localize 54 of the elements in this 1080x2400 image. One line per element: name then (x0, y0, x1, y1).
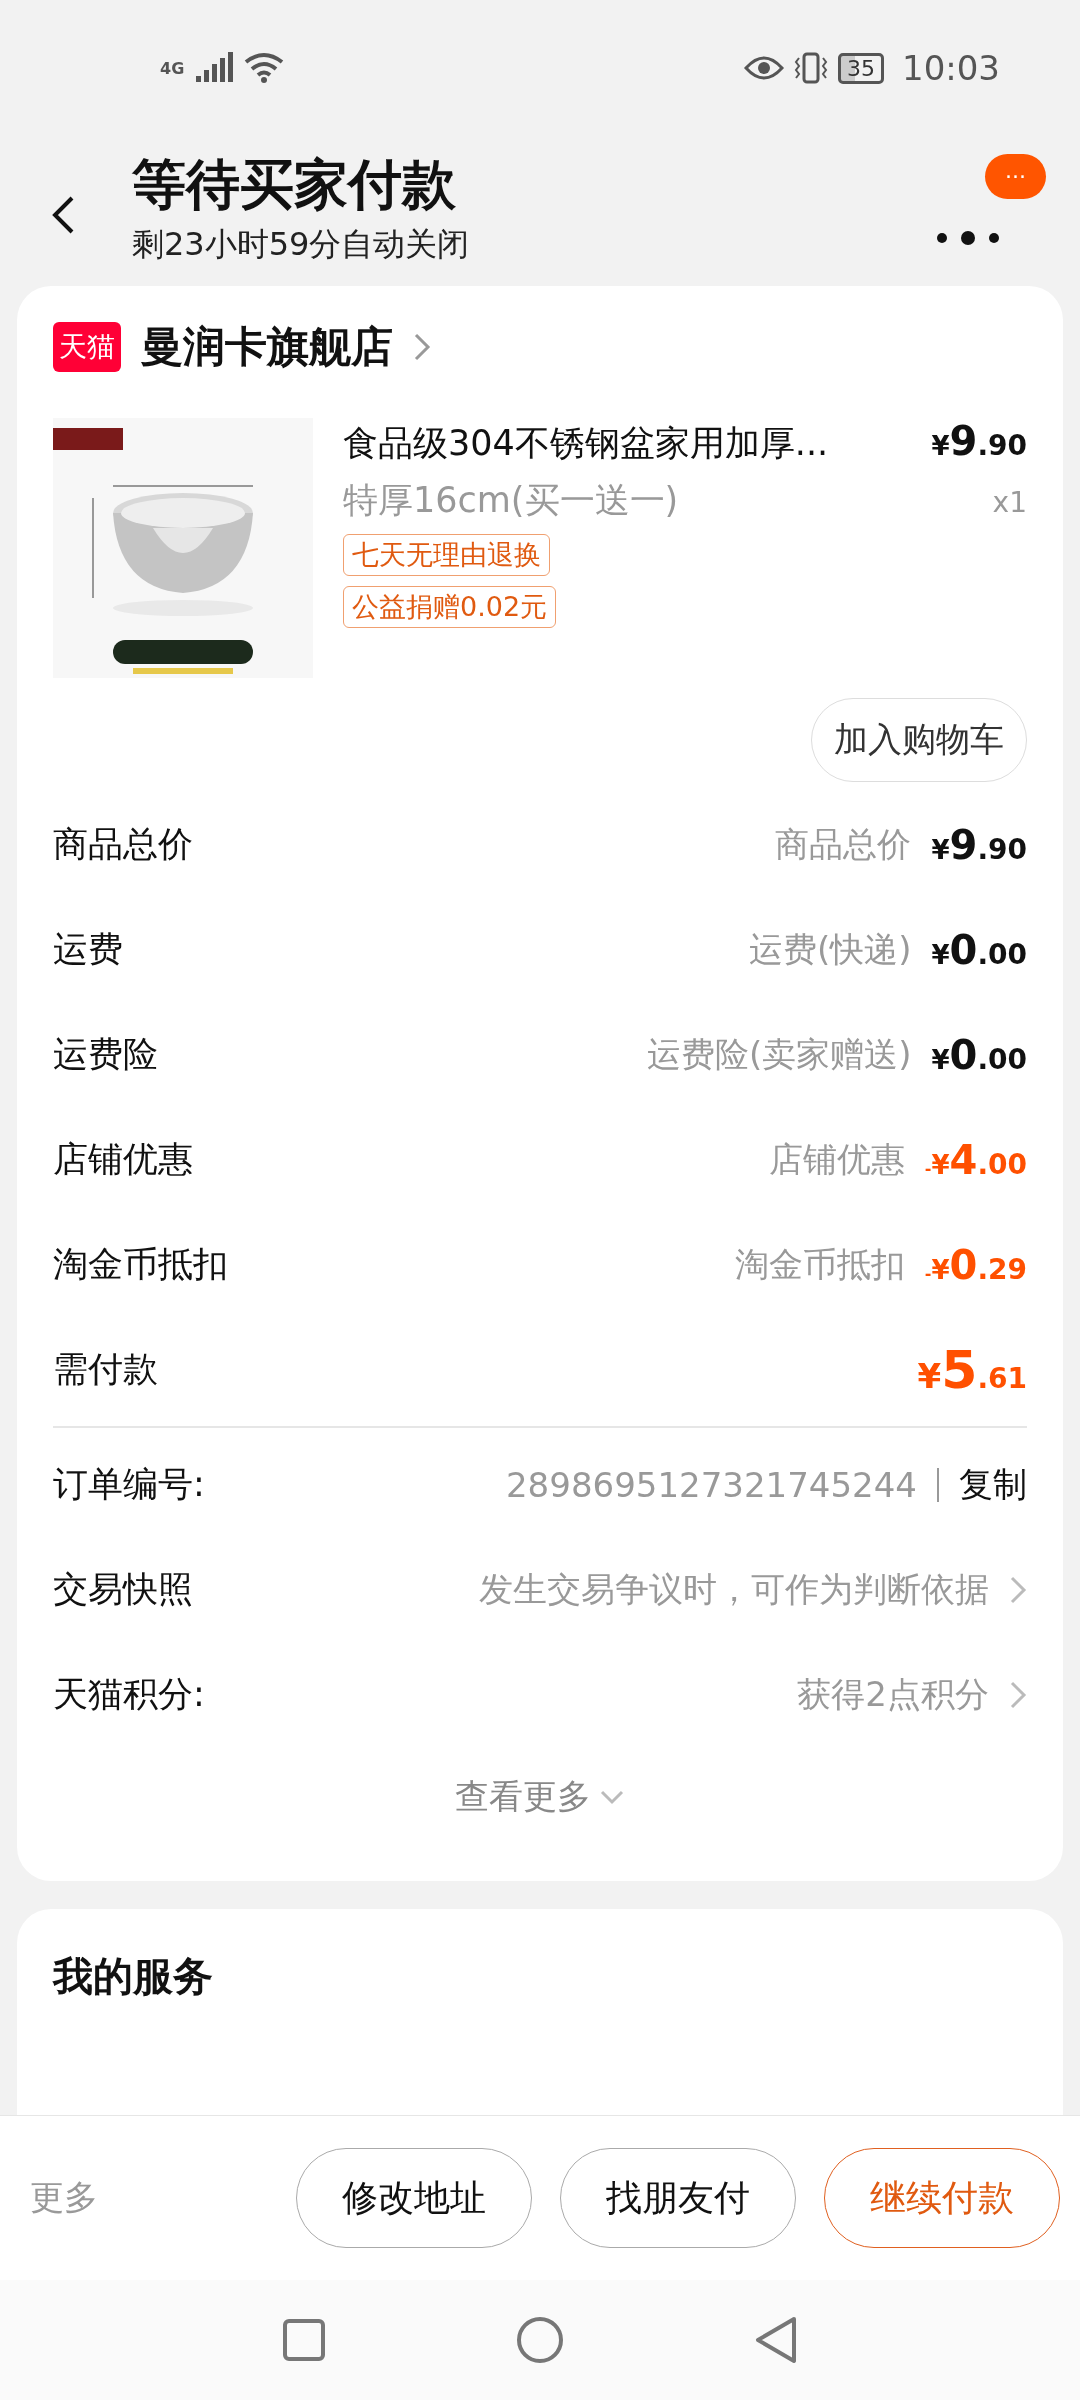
countdown-text: 剩23小时59分自动关闭 (132, 224, 471, 266)
copy-link[interactable]: 复制 (959, 1461, 1027, 1508)
service-tag: 公益捐赠0.02元 (343, 586, 557, 628)
store-name[interactable]: 曼润卡旗舰店 (141, 319, 393, 375)
total-label: 需付款 (53, 1348, 158, 1391)
more-icon[interactable] (936, 230, 1000, 246)
signal-icon (194, 52, 235, 84)
network-label: 4G (160, 58, 185, 78)
section-title: 我的服务 (53, 1952, 214, 2001)
info-value: 发生交易争议时，可作为判断依据 (479, 1567, 989, 1611)
home-icon[interactable] (516, 2316, 564, 2364)
amount-text: ¥9.90 (931, 821, 1027, 868)
action-button[interactable]: 找朋友付 (560, 2148, 796, 2248)
wifi-icon (244, 52, 285, 84)
quantity-text: x1 (992, 486, 1027, 519)
page-title: 等待买家付款 (132, 152, 457, 218)
store-logo: 天猫 (53, 322, 121, 372)
amount-text: ¥0.00 (931, 926, 1027, 973)
amount-text: ¥5.61 (917, 1339, 1027, 1400)
service-tag: 七天无理由退换 (343, 534, 550, 576)
fee-note: 运费(快递) (748, 927, 912, 971)
product-price: ¥9.90 (931, 418, 1027, 464)
info-label: 订单编号: (53, 1463, 205, 1506)
recent-apps-icon[interactable] (282, 2318, 326, 2362)
fee-note: 淘金币抵扣 (734, 1242, 905, 1286)
info-value: 2898695127321745244 (506, 1464, 917, 1505)
fee-label: 店铺优惠 (53, 1138, 193, 1181)
vibrate-icon (794, 52, 828, 84)
add-to-cart-button[interactable]: 加入购物车 (811, 698, 1027, 782)
battery-icon: 35 (838, 52, 884, 84)
fee-label: 运费险 (53, 1033, 158, 1076)
see-more-link[interactable]: 查看更多 (455, 1774, 591, 1820)
clock-text: 10:03 (902, 48, 1000, 88)
back-nav-icon[interactable] (754, 2316, 798, 2364)
fee-label: 运费 (53, 928, 123, 971)
amount-text: -¥0.29 (924, 1241, 1027, 1288)
fee-note: 店铺优惠 (768, 1137, 905, 1181)
product-title[interactable]: 食品级304不锈钢盆家用加厚... (343, 420, 829, 467)
fee-label: 淘金币抵扣 (53, 1243, 228, 1286)
fee-note: 商品总价 (775, 822, 912, 866)
amount-text: ¥0.00 (931, 1031, 1027, 1078)
back-icon[interactable] (50, 195, 76, 235)
action-button[interactable]: 修改地址 (296, 2148, 532, 2248)
message-badge: ··· (985, 154, 1046, 199)
amount-text: -¥4.00 (924, 1136, 1027, 1183)
chevron-icon[interactable] (413, 332, 431, 362)
fee-note: 运费险(卖家赠送) (646, 1032, 912, 1076)
fee-label: 商品总价 (53, 823, 193, 866)
info-value: 获得2点积分 (797, 1672, 989, 1716)
info-label: 交易快照 (53, 1568, 193, 1611)
product-spec: 特厚16cm(买一送一) (343, 479, 679, 522)
action-button[interactable]: 继续付款 (824, 2148, 1060, 2248)
info-label: 天猫积分: (53, 1673, 205, 1716)
eye-icon (744, 54, 784, 82)
